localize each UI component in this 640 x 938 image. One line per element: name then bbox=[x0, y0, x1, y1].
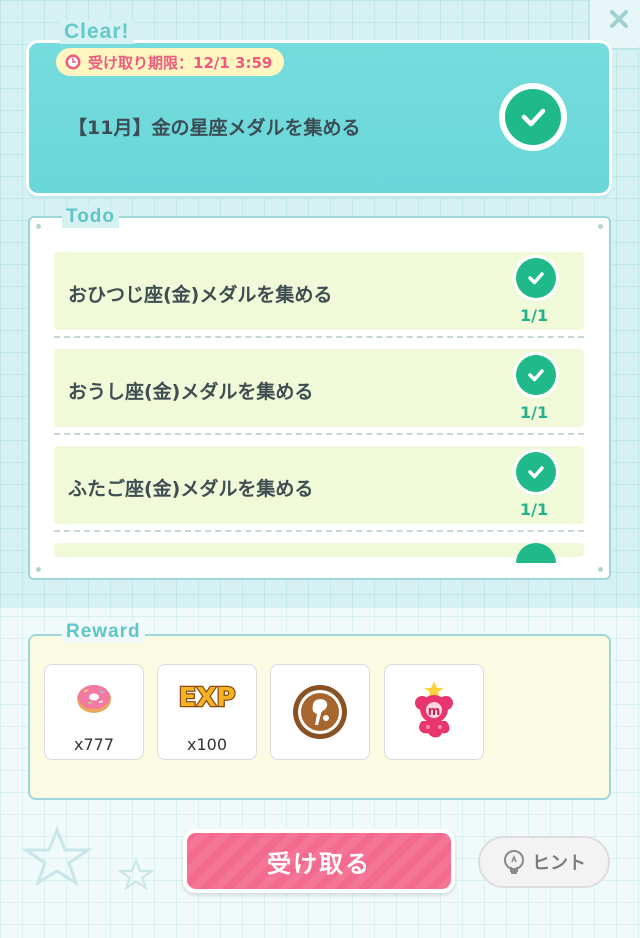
corner-dot bbox=[598, 567, 603, 572]
mission-complete-badge bbox=[499, 83, 567, 151]
todo-progress: 1/1 bbox=[520, 403, 549, 422]
mission-screen: Clear! 受け取り期限：12/1 3:59 【11月】金の星座メダルを集める… bbox=[0, 0, 640, 938]
star-decoration-icon bbox=[118, 858, 154, 890]
todo-check-badge bbox=[516, 355, 556, 395]
check-icon bbox=[521, 108, 546, 127]
reward-quantity: x100 bbox=[186, 735, 227, 754]
deadline-badge: 受け取り期限：12/1 3:59 bbox=[56, 48, 285, 76]
todo-check-badge bbox=[516, 258, 556, 298]
deadline-text: 受け取り期限：12/1 3:59 bbox=[88, 53, 273, 72]
todo-item-label: ふたご座(金)メダルを集める bbox=[68, 478, 314, 500]
check-icon bbox=[528, 466, 544, 479]
hint-label: ヒント bbox=[532, 853, 586, 874]
todo-check-badge bbox=[516, 452, 556, 492]
todo-item-partial bbox=[54, 543, 584, 563]
row-divider bbox=[54, 336, 584, 338]
todo-item: おひつじ座(金)メダルを集める 1/1 bbox=[54, 252, 584, 330]
reward-section-label: Reward bbox=[62, 621, 145, 643]
lightbulb-icon bbox=[504, 850, 524, 874]
hint-button[interactable]: ヒント bbox=[478, 836, 610, 888]
character-icon: m bbox=[415, 681, 453, 738]
todo-check-badge bbox=[516, 543, 556, 563]
check-icon bbox=[528, 369, 544, 382]
todo-item-label: おうし座(金)メダルを集める bbox=[68, 381, 314, 403]
todo-progress: 1/1 bbox=[520, 306, 549, 325]
star-decoration-icon bbox=[22, 826, 92, 886]
reward-quantity: x777 bbox=[73, 735, 114, 754]
corner-dot bbox=[36, 567, 41, 572]
todo-item: ふたご座(金)メダルを集める 1/1 bbox=[54, 446, 584, 524]
row-divider bbox=[54, 530, 584, 532]
reward-item-donut[interactable]: x777 bbox=[44, 664, 144, 760]
todo-section-label: Todo bbox=[62, 206, 120, 228]
stamp-badge-icon bbox=[293, 685, 347, 739]
donut-icon bbox=[77, 685, 111, 713]
receive-button-label: 受け取る bbox=[187, 833, 451, 889]
svg-text:m: m bbox=[428, 704, 441, 718]
corner-dot bbox=[36, 224, 41, 229]
todo-item: おうし座(金)メダルを集める 1/1 bbox=[54, 349, 584, 427]
reward-item-stamp[interactable] bbox=[270, 664, 370, 760]
mission-title: 【11月】金の星座メダルを集める bbox=[68, 117, 361, 139]
receive-button[interactable]: 受け取る bbox=[183, 829, 455, 893]
todo-list-panel[interactable]: おひつじ座(金)メダルを集める 1/1 おうし座(金)メダルを集める 1/1 ふ… bbox=[28, 216, 611, 580]
todo-item-label: おひつじ座(金)メダルを集める bbox=[68, 284, 333, 306]
reward-item-character[interactable]: m bbox=[384, 664, 484, 760]
check-icon bbox=[528, 272, 544, 285]
clear-status-label: Clear! bbox=[60, 20, 134, 44]
exp-icon: EXP bbox=[177, 682, 236, 715]
reward-item-exp[interactable]: EXP x100 bbox=[157, 664, 257, 760]
close-icon bbox=[610, 10, 628, 28]
exp-icon-text: EXP bbox=[179, 683, 236, 713]
clock-icon bbox=[65, 54, 81, 70]
row-divider bbox=[54, 433, 584, 435]
corner-dot bbox=[598, 224, 603, 229]
todo-progress: 1/1 bbox=[520, 500, 549, 519]
